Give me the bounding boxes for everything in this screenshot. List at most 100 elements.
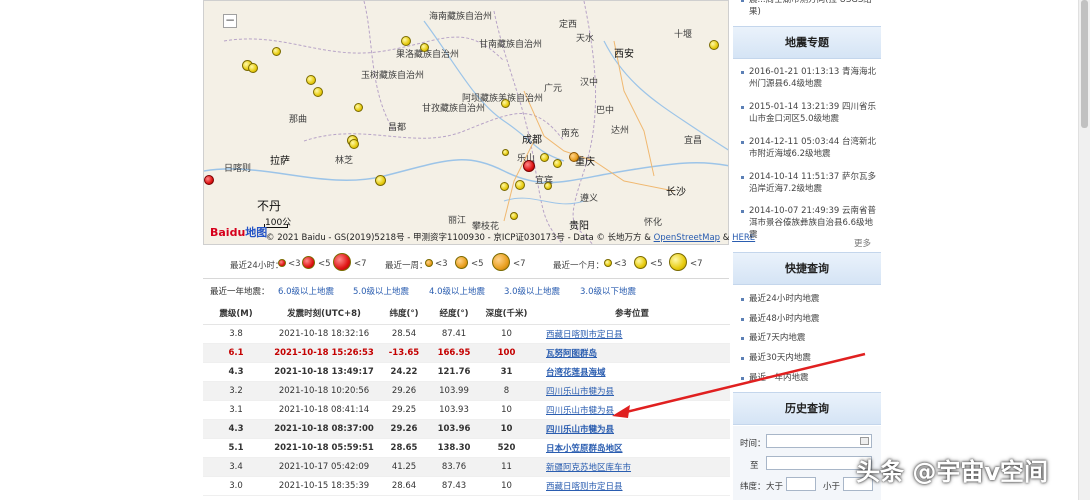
sidebar-top-fragment[interactable]: 震...周士湖市测方向(拉 USGS结果) [739,0,879,18]
filter-link-m5[interactable]: 5.0级以上地震 [353,285,409,297]
topic-item[interactable]: 2014-10-14 11:51:37 萨尔瓦多沿岸近海7.2级地震 [739,171,879,195]
history-gt-label: 大于 [766,482,784,492]
map-label: 玉树藏族自治州 [361,71,425,81]
cell-latitude: 29.25 [379,400,429,420]
quake-marker[interactable] [375,175,386,186]
map-city: 拉萨 [270,156,290,167]
cell-longitude: 166.95 [429,343,479,363]
quake-marker[interactable] [515,180,525,190]
quake-marker[interactable] [569,152,579,162]
location-link[interactable]: 新疆阿克苏地区库车市 [546,463,631,473]
quick-query-item[interactable]: 最近30天内地震 [739,352,879,364]
quake-marker[interactable] [354,103,363,112]
history-lat-label: 纬度： [740,482,766,492]
cell-latitude: -13.65 [379,343,429,363]
table-row[interactable]: 3.0 2021-10-15 18:35:39 28.64 87.43 10 西… [203,476,730,496]
topics-more-link[interactable]: 更多 [854,237,871,249]
cell-time: 2021-10-18 08:41:14 [269,400,379,420]
quick-query-item[interactable]: 最近7天内地震 [739,332,879,344]
quake-marker[interactable] [272,47,281,56]
map-label: 甘南藏族自治州 [479,40,543,50]
filter-link-m3[interactable]: 3.0级以上地震 [504,285,560,297]
cell-magnitude: 4.3 [203,419,269,439]
quake-marker[interactable] [313,87,323,97]
cell-depth: 11 [479,457,534,477]
topic-item[interactable]: 2014-10-07 21:49:39 云南省普洱市景谷傣族彝族自治县6.6级地… [739,205,879,241]
table-row[interactable]: 6.1 2021-10-18 15:26:53 -13.65 166.95 10… [203,343,730,363]
quake-marker[interactable] [204,175,214,185]
cell-magnitude: 3.0 [203,476,269,496]
quake-marker[interactable] [349,139,359,149]
topic-item[interactable]: 2015-01-14 13:21:39 四川省乐山市金口河区5.0级地震 [739,101,879,125]
legend-month-label: 最近一个月： [553,261,605,271]
quake-marker[interactable] [306,75,316,85]
quake-marker[interactable] [501,99,510,108]
location-link[interactable]: 四川乐山市犍为县 [546,406,614,416]
cell-longitude: 103.99 [429,381,479,401]
scrollbar[interactable] [1078,0,1090,500]
map-label: 十堰 [674,30,693,40]
location-link[interactable]: 西藏日喀则市定日县 [546,482,623,492]
quake-marker[interactable] [544,182,552,190]
quake-marker[interactable] [500,182,509,191]
map-country-label: 不丹 [257,199,282,213]
history-lat-min-input[interactable] [786,477,816,491]
table-row[interactable]: 3.1 2021-10-18 08:41:14 29.25 103.93 10 … [203,400,730,420]
cell-longitude: 83.76 [429,457,479,477]
map-copyright: © 2021 Baidu - GS(2019)5218号 - 甲测资字11009… [266,231,755,243]
quake-marker[interactable] [502,149,509,156]
location-link[interactable]: 台湾花莲县海域 [546,368,606,378]
topic-item[interactable]: 2014-12-11 05:03:44 台湾新北市附近海域6.2级地震 [739,136,879,160]
map-label: 遵义 [580,194,599,204]
legend-week-label: 最近一周： [385,261,428,271]
table-row[interactable]: 5.1 2021-10-18 05:59:51 28.65 138.30 520… [203,438,730,458]
year-filter-label: 最近一年地震： [210,287,270,297]
table-row[interactable]: 4.3 2021-10-18 08:37:00 29.26 103.96 10 … [203,419,730,439]
scrollbar-thumb[interactable] [1081,0,1088,128]
earthquake-map[interactable]: 海南藏族自治州 甘南藏族自治州 定西 天水 玉树藏族自治州 果洛藏族自治州 西安… [203,0,729,245]
quick-query-item[interactable]: 最近24小时内地震 [739,293,879,305]
filter-link-m4[interactable]: 4.0级以上地震 [429,285,485,297]
map-label: 那曲 [289,115,308,125]
filter-link-m6[interactable]: 6.0级以上地震 [278,285,334,297]
baidu-logo[interactable]: Baidu地图 [210,224,267,240]
col-magnitude: 震级(M) [203,303,269,325]
table-row[interactable]: 4.3 2021-10-18 13:49:17 24.22 121.76 31 … [203,362,730,382]
history-start-date-input[interactable] [766,434,872,448]
quick-query-item[interactable]: 最近一年内地震 [739,372,879,384]
map-label: 昌都 [388,123,407,133]
legend-lt5: <5 [471,259,484,269]
topic-item[interactable]: 2016-01-21 01:13:13 青海海北州门源县6.4级地震 [739,66,879,90]
cell-location: 四川乐山市犍为县 [534,419,730,439]
map-city: 西安 [614,49,634,60]
osm-link[interactable]: OpenStreetMap [654,233,720,243]
zoom-out-button[interactable]: − [223,14,237,28]
quake-marker[interactable] [248,63,258,73]
table-row[interactable]: 3.2 2021-10-18 10:20:56 29.26 103.99 8 四… [203,381,730,401]
table-row[interactable]: 3.4 2021-10-17 05:42:09 41.25 83.76 11 新… [203,457,730,477]
cell-latitude: 24.22 [379,362,429,382]
filter-link-below3[interactable]: 3.0级以下地震 [580,285,636,297]
quick-query-item[interactable]: 最近48小时内地震 [739,313,879,325]
quake-marker[interactable] [540,153,549,162]
location-link[interactable]: 四川乐山市犍为县 [546,387,614,397]
cell-magnitude: 6.1 [203,343,269,363]
quake-marker[interactable] [709,40,719,50]
quake-marker[interactable] [420,43,429,52]
legend-dot-small [425,259,433,267]
cell-time: 2021-10-18 10:20:56 [269,381,379,401]
map-label: 林芝 [335,156,354,166]
location-link[interactable]: 瓦努阿图群岛 [546,349,597,359]
col-time: 发震时刻(UTC+8) [269,303,379,325]
calendar-icon[interactable] [860,437,869,445]
location-link[interactable]: 日本小笠原群岛地区 [546,444,623,454]
quake-marker[interactable] [553,159,562,168]
quake-marker[interactable] [523,160,535,172]
map-label: 宜昌 [684,136,703,146]
quake-marker[interactable] [510,212,518,220]
location-link[interactable]: 四川乐山市犍为县 [546,425,614,435]
cell-longitude: 121.76 [429,362,479,382]
quake-marker[interactable] [401,36,411,46]
table-row[interactable]: 3.8 2021-10-18 18:32:16 28.54 87.41 10 西… [203,324,730,344]
location-link[interactable]: 西藏日喀则市定日县 [546,330,623,340]
